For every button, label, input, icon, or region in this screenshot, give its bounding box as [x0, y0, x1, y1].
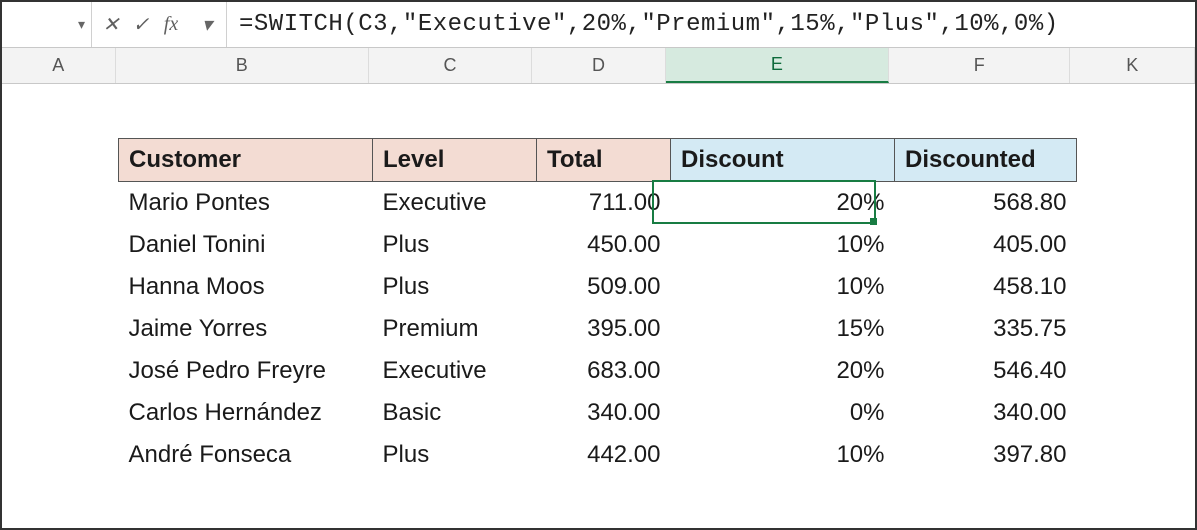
table-row: Carlos HernándezBasic340.000%340.00	[119, 392, 1077, 434]
cell-level[interactable]: Plus	[373, 266, 537, 308]
cell-total[interactable]: 442.00	[537, 434, 671, 476]
formula-input[interactable]: =SWITCH(C3,"Executive",20%,"Premium",15%…	[227, 11, 1195, 38]
table-row: André FonsecaPlus442.0010%397.80	[119, 434, 1077, 476]
cell-level[interactable]: Executive	[373, 182, 537, 225]
cell-discounted[interactable]: 458.10	[895, 266, 1077, 308]
cell-discount[interactable]: 15%	[671, 308, 895, 350]
cell-customer[interactable]: José Pedro Freyre	[119, 350, 373, 392]
cell-customer[interactable]: Daniel Tonini	[119, 224, 373, 266]
cell-level[interactable]: Executive	[373, 350, 537, 392]
column-header-B[interactable]: B	[116, 48, 369, 83]
cell-discounted[interactable]: 335.75	[895, 308, 1077, 350]
cell-total[interactable]: 340.00	[537, 392, 671, 434]
cell-customer[interactable]: Carlos Hernández	[119, 392, 373, 434]
table-row: Mario PontesExecutive711.0020%568.80	[119, 182, 1077, 225]
cell-total[interactable]: 711.00	[537, 182, 671, 225]
chevron-down-icon[interactable]: ▾	[78, 16, 85, 33]
cell-discounted[interactable]: 546.40	[895, 350, 1077, 392]
cell-discount[interactable]: 10%	[671, 224, 895, 266]
cell-discount[interactable]: 20%	[671, 350, 895, 392]
formula-bar: ▾ ✕ ✓ fx ▾ =SWITCH(C3,"Executive",20%,"P…	[2, 2, 1195, 48]
header-level[interactable]: Level	[373, 139, 537, 182]
cell-customer[interactable]: Hanna Moos	[119, 266, 373, 308]
column-header-C[interactable]: C	[369, 48, 532, 83]
cell-level[interactable]: Plus	[373, 224, 537, 266]
fx-icon[interactable]: fx	[158, 13, 184, 36]
cell-discount[interactable]: 10%	[671, 434, 895, 476]
cell-discount[interactable]: 10%	[671, 266, 895, 308]
worksheet-grid[interactable]: Customer Level Total Discount Discounted…	[2, 84, 1195, 528]
enter-icon[interactable]: ✓	[128, 12, 154, 37]
header-customer[interactable]: Customer	[119, 139, 373, 182]
column-header-F[interactable]: F	[889, 48, 1070, 83]
cell-customer[interactable]: André Fonseca	[119, 434, 373, 476]
header-discount[interactable]: Discount	[671, 139, 895, 182]
cell-level[interactable]: Premium	[373, 308, 537, 350]
name-box[interactable]: ▾	[2, 2, 92, 47]
table-row: José Pedro FreyreExecutive683.0020%546.4…	[119, 350, 1077, 392]
cell-discount[interactable]: 20%	[671, 182, 895, 225]
header-total[interactable]: Total	[537, 139, 671, 182]
column-header-K[interactable]: K	[1070, 48, 1195, 83]
cell-level[interactable]: Plus	[373, 434, 537, 476]
cell-discounted[interactable]: 405.00	[895, 224, 1077, 266]
column-header-D[interactable]: D	[532, 48, 666, 83]
cell-customer[interactable]: Mario Pontes	[119, 182, 373, 225]
cell-total[interactable]: 395.00	[537, 308, 671, 350]
cell-discounted[interactable]: 568.80	[895, 182, 1077, 225]
cell-discount[interactable]: 0%	[671, 392, 895, 434]
table-row: Hanna MoosPlus509.0010%458.10	[119, 266, 1077, 308]
cell-discounted[interactable]: 340.00	[895, 392, 1077, 434]
chevron-down-icon[interactable]: ▾	[194, 12, 220, 37]
cell-customer[interactable]: Jaime Yorres	[119, 308, 373, 350]
cell-total[interactable]: 509.00	[537, 266, 671, 308]
column-header-A[interactable]: A	[2, 48, 116, 83]
data-table: Customer Level Total Discount Discounted…	[118, 138, 1077, 476]
header-discounted[interactable]: Discounted	[895, 139, 1077, 182]
column-header-E[interactable]: E	[666, 48, 889, 83]
cell-total[interactable]: 683.00	[537, 350, 671, 392]
cell-total[interactable]: 450.00	[537, 224, 671, 266]
header-row: Customer Level Total Discount Discounted	[119, 139, 1077, 182]
formula-bar-controls: ✕ ✓ fx ▾	[92, 2, 227, 47]
cancel-icon[interactable]: ✕	[98, 12, 124, 37]
cell-discounted[interactable]: 397.80	[895, 434, 1077, 476]
column-headers: ABCDEFK	[2, 48, 1195, 84]
table-row: Daniel ToniniPlus450.0010%405.00	[119, 224, 1077, 266]
cell-level[interactable]: Basic	[373, 392, 537, 434]
table-row: Jaime YorresPremium395.0015%335.75	[119, 308, 1077, 350]
